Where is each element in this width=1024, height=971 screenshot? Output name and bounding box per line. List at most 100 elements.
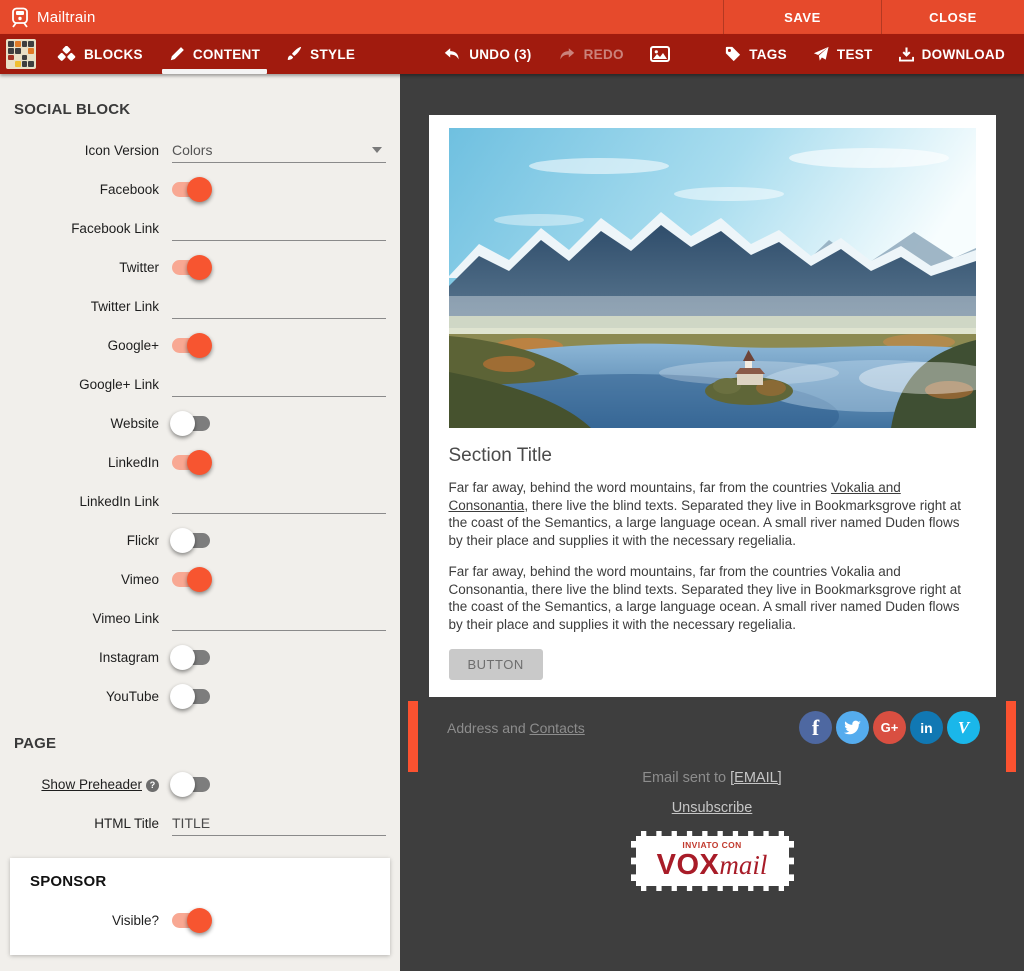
brush-icon [286,46,302,62]
contacts-link[interactable]: Contacts [530,720,585,736]
train-icon [10,7,30,28]
test-button[interactable]: TEST [800,34,886,74]
page-heading: PAGE [14,735,388,752]
toolbar-history: UNDO (3) REDO [430,34,683,74]
mosaico-logo [6,39,36,69]
sponsor-visible-label: Visible? [24,913,172,928]
facebook-link-input[interactable] [172,217,386,241]
redo-button[interactable]: REDO [545,34,637,74]
editor-toolbar: BLOCKS CONTENT STYLE [0,34,1024,74]
linkedin-toggle[interactable] [172,455,210,470]
icon-version-row: Icon Version Colors [12,138,388,163]
image-icon [650,46,670,62]
html-title-row: HTML Title [12,811,388,836]
close-button[interactable]: CLOSE [881,0,1024,34]
vimeo-link-row: Vimeo Link [12,606,388,631]
undo-icon [443,47,461,62]
toggle-knob [187,177,212,202]
sponsor-card: SPONSOR Visible? [10,858,390,955]
google-plus-link-input[interactable] [172,373,386,397]
twitter-link-input[interactable] [172,295,386,319]
facebook-icon[interactable]: f [799,711,832,744]
twitter-row: Twitter [12,255,388,280]
tab-style[interactable]: STYLE [273,34,368,74]
html-title-label: HTML Title [12,816,172,831]
sponsor-visible-row: Visible? [24,908,376,933]
voxmail-logo: VOXmail [640,851,785,880]
flickr-row: Flickr [12,528,388,553]
hero-image[interactable] [449,128,976,428]
linkedin-row: LinkedIn [12,450,388,475]
twitter-toggle[interactable] [172,260,210,275]
section-title[interactable]: Section Title [449,445,976,467]
topbar: Mailtrain SAVE CLOSE [0,0,1024,34]
tag-icon [725,46,741,62]
download-icon [899,46,914,62]
brand: Mailtrain [0,0,723,34]
tab-content[interactable]: CONTENT [156,34,273,74]
paragraph-2[interactable]: Far far away, behind the word mountains,… [449,563,976,633]
icon-version-value: Colors [172,142,212,158]
email-token-link[interactable]: [EMAIL] [730,770,782,786]
unsubscribe-link[interactable]: Unsubscribe [672,800,753,816]
email-meta: Email sent to [EMAIL] Unsubscribe [400,770,1024,816]
block-selection-handle-right [1006,701,1016,772]
email-cta-button[interactable]: BUTTON [449,649,543,680]
footer-social-icons: f G+ in V [799,711,980,744]
toolbar-actions: TAGS TEST DOWNLOAD [712,34,1024,74]
icon-version-label: Icon Version [12,143,172,158]
app-title: Mailtrain [37,9,95,26]
paper-plane-icon [813,46,829,62]
block-selection-handle-left [408,701,418,772]
tags-button[interactable]: TAGS [712,34,800,74]
facebook-row: Facebook [12,177,388,202]
footer-block: Address and Contacts f G+ in V [408,699,1016,744]
html-title-input[interactable] [172,812,386,836]
gallery-button[interactable] [637,34,683,74]
show-preheader-row: Show Preheader? [12,772,388,797]
social-block-heading: SOCIAL BLOCK [14,101,388,118]
website-row: Website [12,411,388,436]
twitter-link-row: Twitter Link [12,294,388,319]
twitter-icon[interactable] [836,711,869,744]
sponsor-visible-toggle[interactable] [172,913,210,928]
vimeo-toggle[interactable] [172,572,210,587]
facebook-toggle[interactable] [172,182,210,197]
linkedin-icon[interactable]: in [910,711,943,744]
paragraph-1[interactable]: Far far away, behind the word mountains,… [449,479,976,549]
vimeo-icon[interactable]: V [947,711,980,744]
blocks-icon [57,46,76,63]
toolbar-tabs: BLOCKS CONTENT STYLE [44,34,368,74]
undo-button[interactable]: UNDO (3) [430,34,544,74]
save-button[interactable]: SAVE [723,0,881,34]
google-plus-row: Google+ [12,333,388,358]
sponsor-heading: SPONSOR [30,873,376,890]
youtube-toggle[interactable] [172,689,210,704]
mailtrain-editor: Mailtrain SAVE CLOSE BLOCKS [0,0,1024,971]
email-body-block: Section Title Far far away, behind the w… [429,115,996,697]
google-plus-icon[interactable]: G+ [873,711,906,744]
settings-sidebar: SOCIAL BLOCK Icon Version Colors Faceboo… [0,74,400,971]
email-preview-canvas: Section Title Far far away, behind the w… [400,74,1024,971]
sent-to-line: Email sent to [EMAIL] [400,770,1024,786]
download-button[interactable]: DOWNLOAD [886,34,1018,74]
show-preheader-toggle[interactable] [172,777,210,792]
instagram-row: Instagram [12,645,388,670]
address-text: Address and Contacts [447,720,585,736]
google-plus-toggle[interactable] [172,338,210,353]
website-toggle[interactable] [172,416,210,431]
vimeo-link-input[interactable] [172,607,386,631]
tab-blocks[interactable]: BLOCKS [44,34,156,74]
help-icon[interactable]: ? [146,779,159,792]
chevron-down-icon [372,147,382,153]
linkedin-link-input[interactable] [172,490,386,514]
facebook-link-row: Facebook Link [12,216,388,241]
voxmail-stamp[interactable]: INVIATO CON VOXmail [631,831,794,891]
show-preheader-label[interactable]: Show Preheader [41,777,142,792]
icon-version-select[interactable]: Colors [172,139,386,163]
flickr-toggle[interactable] [172,533,210,548]
pencil-icon [169,46,185,62]
redo-icon [558,47,576,62]
youtube-row: YouTube [12,684,388,709]
instagram-toggle[interactable] [172,650,210,665]
